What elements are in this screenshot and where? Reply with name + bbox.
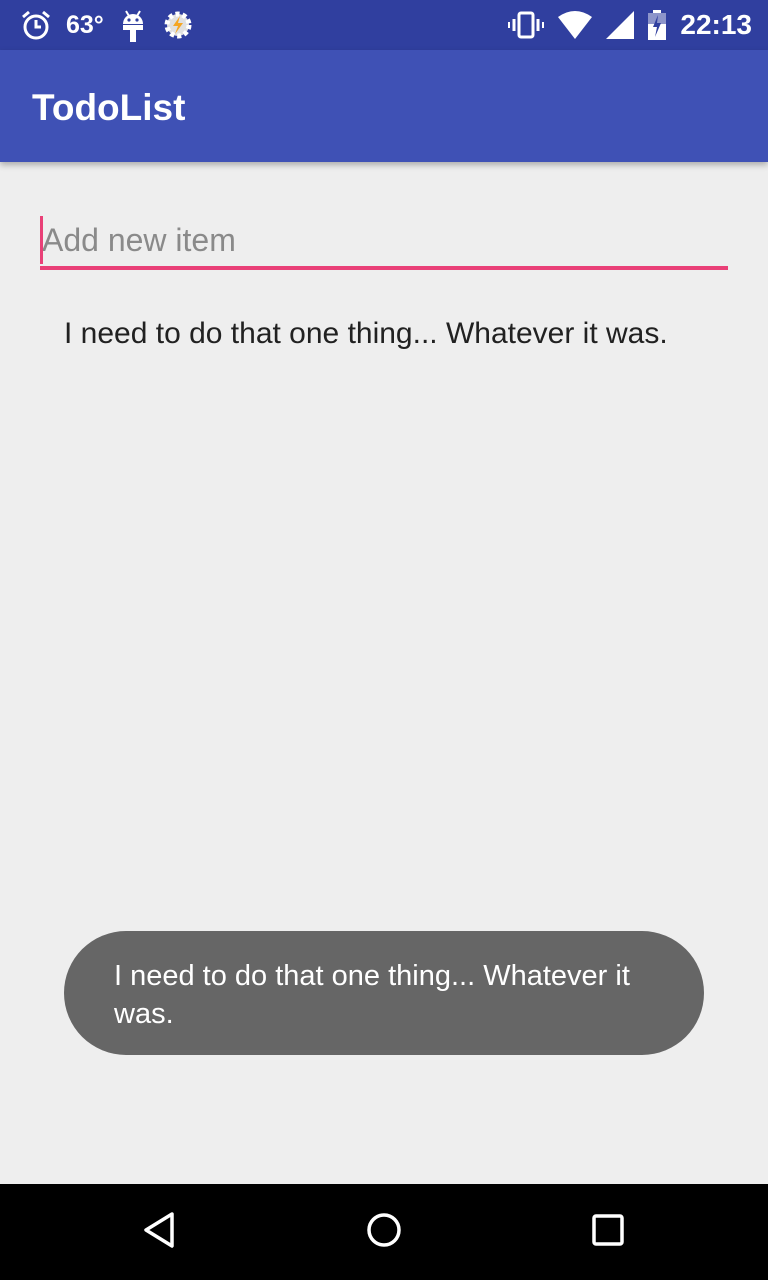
alarm-icon xyxy=(20,9,52,41)
list-item[interactable]: I need to do that one thing... Whatever … xyxy=(0,306,768,362)
app-title: TodoList xyxy=(32,87,186,128)
clock-text: 22:13 xyxy=(680,9,752,40)
battery-icon xyxy=(648,10,667,40)
new-item-input[interactable] xyxy=(40,212,728,268)
android-debug-icon xyxy=(118,8,148,42)
recents-icon xyxy=(588,1210,628,1255)
back-icon xyxy=(140,1210,180,1255)
new-item-field[interactable] xyxy=(40,212,728,270)
navigation-bar xyxy=(0,1184,768,1280)
wifi-icon xyxy=(558,11,593,39)
toast-message: I need to do that one thing... Whatever … xyxy=(64,931,704,1055)
app-bar: TodoList xyxy=(0,50,768,162)
todo-list: I need to do that one thing... Whatever … xyxy=(0,306,768,362)
home-icon xyxy=(364,1210,404,1255)
signal-icon xyxy=(606,11,635,39)
tasker-icon xyxy=(162,9,194,41)
back-button[interactable] xyxy=(136,1208,184,1256)
input-underline xyxy=(40,266,728,270)
temperature-text: 63° xyxy=(66,10,104,39)
vibrate-icon xyxy=(508,10,545,40)
recents-button[interactable] xyxy=(584,1208,632,1256)
text-cursor xyxy=(40,216,43,264)
status-bar: 63° 22:13 xyxy=(0,0,768,50)
home-button[interactable] xyxy=(360,1208,408,1256)
